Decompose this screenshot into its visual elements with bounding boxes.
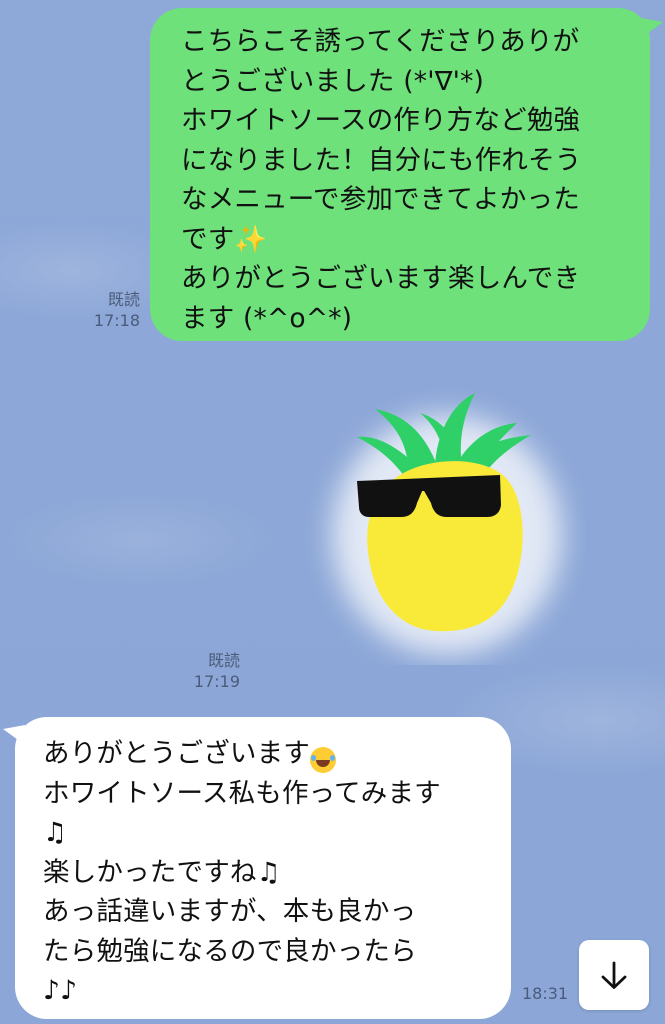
sticker-meta: 既読 17:19 xyxy=(180,650,240,692)
tears-of-joy-emoji-icon: 😂 xyxy=(310,747,336,773)
message-line-with-emoji: ♪♪ xyxy=(43,971,501,1011)
timestamp: 17:19 xyxy=(193,672,240,691)
message-text: ありがとうございます xyxy=(43,738,310,769)
pineapple-icon xyxy=(332,393,562,655)
arrow-down-icon xyxy=(601,961,627,989)
message-line: ホワイトソース私も作ってみます xyxy=(43,777,441,809)
message-line-with-emoji: ありがとうございます😂 xyxy=(43,734,501,774)
outgoing-message-bubble[interactable]: こちらこそ誘ってくださりありが とうございました (*'∇'*) ホワイトソース… xyxy=(150,8,663,341)
message-line: こちらこそ誘ってくださりありが xyxy=(181,26,580,57)
scroll-to-bottom-button[interactable] xyxy=(579,940,649,1010)
music-note-emoji-icon: ♫ xyxy=(256,856,281,888)
message-line-with-emoji: ♫ xyxy=(43,813,501,853)
pineapple-sunglasses-sticker[interactable] xyxy=(295,365,585,665)
message-line: あっ話違いますが、本も良かっ xyxy=(43,896,417,927)
message-line: たら勉強になるので良かったら xyxy=(43,935,417,967)
message-line: とうございました (*'∇'*) xyxy=(181,65,485,97)
message-line-with-emoji: です✨ xyxy=(181,220,630,260)
outgoing-message-meta: 既読 17:18 xyxy=(80,289,140,331)
sparkles-emoji-icon: ✨ xyxy=(234,223,268,255)
message-line: なメニューで参加できてよかった xyxy=(181,184,580,215)
message-line: ホワイトソースの作り方など勉強 xyxy=(181,105,581,136)
incoming-message-bubble[interactable]: ありがとうございます😂 ホワイトソース私も作ってみます ♫ 楽しかったですね♫ … xyxy=(3,717,511,1019)
timestamp: 17:18 xyxy=(93,311,140,330)
read-receipt: 既読 xyxy=(107,290,140,309)
music-notes-emoji-icon: ♪♪ xyxy=(43,975,78,1006)
message-line: ます (*^o^*) xyxy=(181,302,353,334)
incoming-message-timestamp: 18:31 xyxy=(522,984,569,1003)
message-text: です xyxy=(181,223,235,255)
message-text: 楽しかったですね xyxy=(43,856,257,888)
read-receipt: 既読 xyxy=(207,651,240,670)
message-line: になりました！自分にも作れそう xyxy=(181,144,582,176)
music-note-emoji-icon: ♫ xyxy=(43,817,67,848)
message-line: ありがとうございます楽しんでき xyxy=(181,263,581,294)
message-line-with-emoji: 楽しかったですね♫ xyxy=(43,853,501,893)
